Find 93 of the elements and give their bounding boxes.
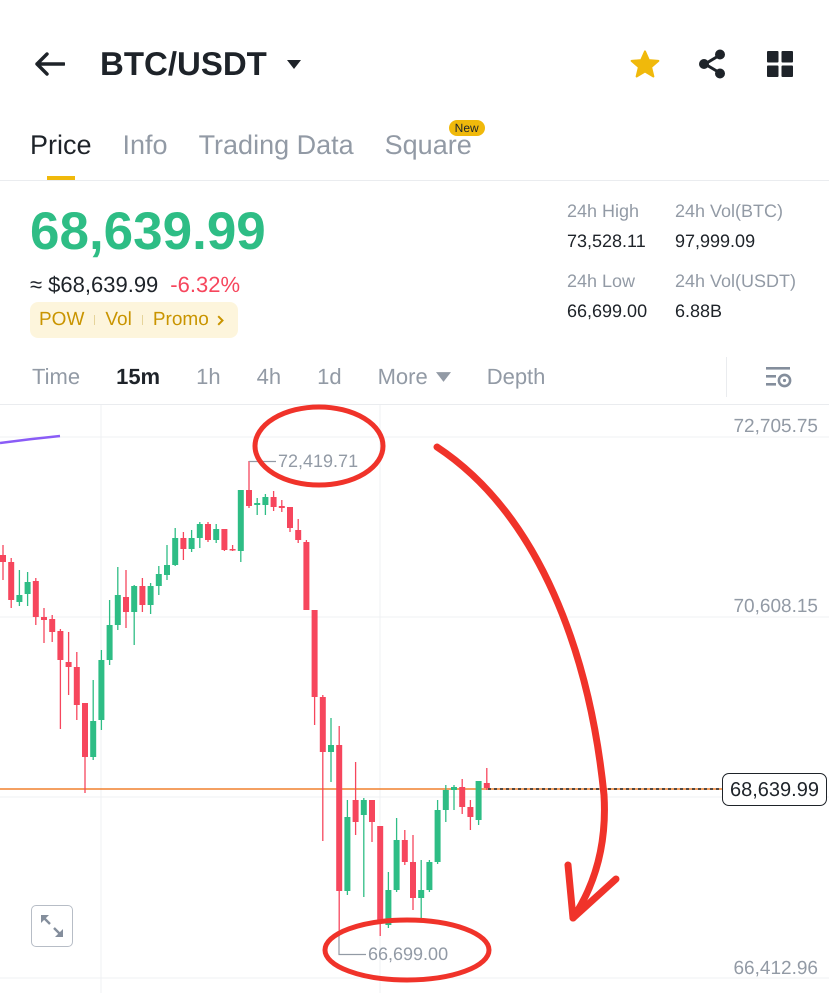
falling-candle (484, 768, 490, 790)
falling-candle (287, 507, 293, 532)
falling-candle (303, 540, 310, 610)
rising-candle (328, 718, 334, 782)
falling-candle (270, 491, 277, 511)
rising-candle (164, 545, 170, 580)
tag-pill[interactable]: POW Vol Promo (30, 302, 238, 338)
new-badge: New (448, 120, 485, 136)
falling-candle (32, 578, 39, 625)
rising-candle (254, 498, 260, 515)
chevron-right-icon (216, 314, 224, 326)
caret-down-icon (286, 60, 301, 68)
price-change: -6.32% (170, 271, 240, 299)
falling-candle (66, 632, 72, 695)
falling-candle (8, 558, 14, 608)
stat-label: 24h Vol(BTC) (675, 200, 784, 223)
rising-candle (196, 522, 203, 548)
rising-candle (24, 572, 31, 606)
stat-value: 6.88B (675, 300, 722, 323)
rising-candle (16, 570, 22, 606)
stat-value: 73,528.11 (567, 230, 646, 253)
interval-tab[interactable]: 1d (317, 362, 342, 392)
falling-candle (230, 545, 236, 551)
last-price: 68,639.99 (30, 203, 266, 261)
rising-candle (426, 860, 432, 892)
current-price-label: 68,639.99 (722, 773, 827, 806)
rising-candle (476, 781, 482, 825)
interval-tab[interactable]: Depth (486, 362, 546, 392)
rising-candle (442, 785, 449, 822)
falling-candle (467, 800, 474, 830)
high-price-label: 72,419.71 (278, 451, 358, 472)
rising-candle (156, 566, 162, 595)
interval-tab[interactable]: Time (32, 362, 80, 392)
rising-candle (148, 583, 154, 614)
interval-tab[interactable]: 1h (196, 362, 221, 392)
stat-label: 24h Low (567, 270, 636, 293)
tag-label: Vol (105, 308, 132, 332)
rising-candle (434, 800, 441, 864)
back-arrow-icon[interactable] (33, 51, 65, 77)
caret-down-icon (436, 372, 451, 382)
high-leader-line (249, 460, 276, 462)
grid-icon[interactable] (767, 51, 793, 77)
expand-button[interactable] (31, 905, 73, 947)
share-icon[interactable] (697, 49, 727, 79)
price-axis-label: 70,608.15 (733, 596, 818, 618)
falling-candle (246, 461, 252, 508)
falling-candle (74, 652, 80, 720)
rising-candle (188, 530, 195, 552)
falling-candle (49, 615, 56, 642)
falling-candle (123, 570, 129, 628)
tag-label: POW (39, 308, 84, 332)
rising-candle (238, 490, 244, 562)
falling-candle (459, 779, 466, 814)
rising-candle (262, 494, 268, 515)
rising-candle (131, 585, 138, 645)
rising-candle (114, 567, 121, 630)
low-price-label: 66,699.00 (368, 944, 448, 965)
low-leader-line (338, 936, 366, 956)
fiat-price: ≈ $68,639.99 (30, 271, 158, 299)
falling-candle (180, 532, 186, 560)
falling-candle (221, 529, 228, 551)
rising-candle (385, 872, 392, 928)
falling-candle (205, 522, 211, 542)
tab[interactable]: Price (30, 100, 92, 180)
rising-candle (418, 860, 424, 918)
rising-candle (213, 524, 220, 543)
stat-label: 24h Vol(USDT) (675, 270, 796, 293)
falling-candle (0, 545, 6, 580)
tag-label: Promo (152, 308, 209, 332)
rising-candle (106, 600, 113, 665)
pair-selector[interactable]: BTC/USDT (100, 44, 301, 84)
interval-tab[interactable]: 4h (256, 362, 282, 392)
rising-candle (172, 528, 178, 566)
chart-settings-icon[interactable] (766, 366, 792, 388)
stat-label: 24h High (567, 200, 640, 223)
expand-icon (40, 914, 64, 938)
interval-tab[interactable]: 15m (116, 362, 160, 392)
falling-candle (369, 800, 375, 842)
falling-candle (278, 500, 285, 512)
star-icon[interactable] (630, 50, 660, 78)
more-dropdown[interactable]: More (378, 362, 451, 392)
falling-candle (139, 578, 146, 612)
rising-candle (451, 785, 457, 810)
tab[interactable]: Trading Data (198, 100, 354, 180)
falling-candle (295, 519, 302, 543)
moving-average-line (0, 434, 60, 444)
falling-candle (402, 830, 408, 865)
tab[interactable]: Info (122, 100, 168, 180)
stat-value: 66,699.00 (567, 300, 648, 323)
falling-candle (41, 608, 47, 643)
price-axis-label: 66,412.96 (733, 958, 818, 980)
stat-value: 97,999.09 (675, 230, 756, 253)
price-axis-label: 72,705.75 (733, 416, 818, 438)
